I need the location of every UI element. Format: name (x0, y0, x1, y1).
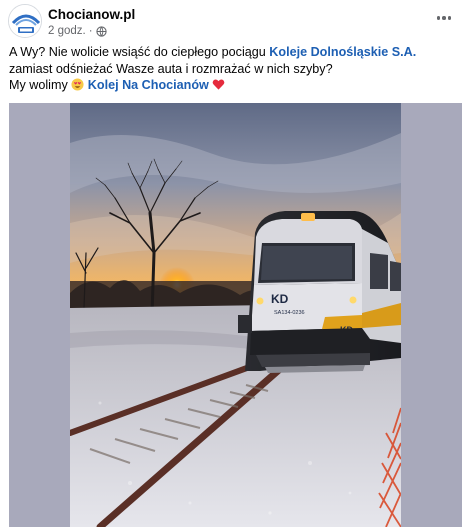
heart-eyes-emoji-icon (71, 78, 84, 91)
post-photo[interactable]: KD KD SA134-0236 (70, 103, 401, 527)
meta-separator: · (88, 25, 93, 37)
post-header: Chocianow.pl 2 godz. · (8, 4, 458, 40)
post-text-part: A Wy? Nie wolicie wsiąść do ciepłego poc… (9, 45, 270, 59)
svg-text:KD: KD (271, 292, 289, 306)
mention-kolej-na-chocianow[interactable]: Kolej Na Chocianów (88, 78, 209, 92)
mention-koleje-dolnoslaskie[interactable]: Koleje Dolnośląskie S.A. (269, 45, 416, 59)
svg-text:SA134-0236: SA134-0236 (274, 310, 305, 316)
post-text: A Wy? Nie wolicie wsiąść do ciepłego poc… (9, 44, 455, 94)
post-photo-frame[interactable]: KD KD SA134-0236 (9, 103, 462, 527)
post-time[interactable]: 2 godz. (48, 25, 86, 37)
page-avatar[interactable] (8, 4, 42, 38)
post-text-part: My wolimy (9, 78, 72, 92)
post-text-part: zamiast odśnieżać Wasze auta i rozmrażać… (9, 61, 333, 76)
post-meta: 2 godz. · (48, 25, 107, 37)
more-options-icon[interactable] (432, 10, 456, 26)
page-name[interactable]: Chocianow.pl (48, 7, 135, 22)
chocianow-logo-icon (9, 5, 41, 37)
red-heart-emoji-icon (212, 79, 225, 90)
train-sunset-photo: KD KD SA134-0236 (70, 103, 401, 527)
facebook-post: Chocianow.pl 2 godz. · A Wy? Nie wolicie… (0, 0, 462, 527)
globe-icon (95, 25, 107, 37)
